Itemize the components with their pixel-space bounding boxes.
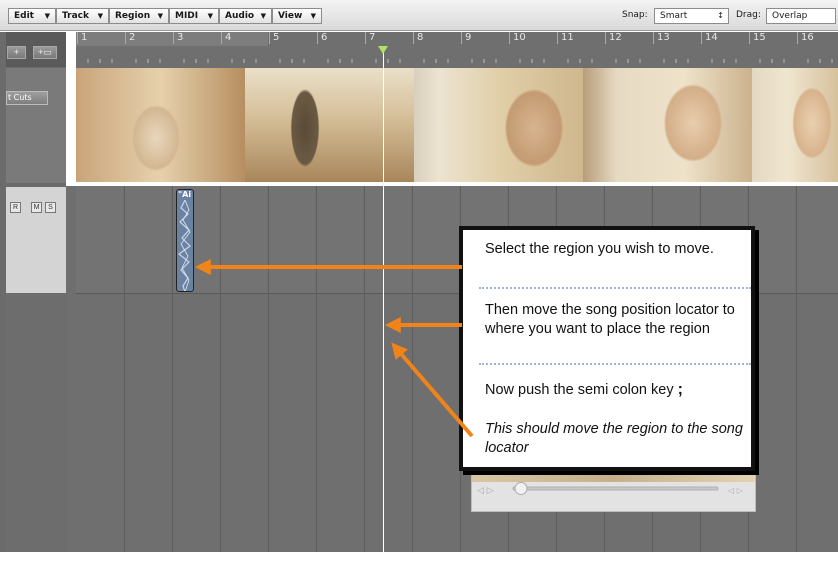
video-frame [245, 68, 414, 182]
semicolon-key: ; [677, 381, 683, 398]
empty-track-area [6, 294, 66, 552]
bar-number: 5 [269, 32, 279, 44]
bar-number: 10 [509, 32, 526, 44]
step-result: This should move the region to the song … [485, 421, 743, 456]
bar-number: 6 [317, 32, 327, 44]
region-menu-label: Region [115, 11, 151, 21]
solo-button[interactable]: S [45, 202, 56, 213]
bar-number: 4 [221, 32, 231, 44]
song-position-line[interactable] [383, 46, 384, 552]
audio-menu[interactable]: Audio ▼ [219, 8, 272, 24]
triangle-down-icon[interactable] [378, 46, 388, 54]
grid-line [268, 186, 269, 552]
waveform [178, 200, 191, 291]
video-frame [583, 68, 752, 182]
chevron-down-icon: ▼ [260, 12, 266, 20]
bar-number: 16 [797, 32, 814, 44]
bar-number: 2 [125, 32, 135, 44]
audio-menu-label: Audio [225, 11, 255, 21]
chevron-down-icon: ▼ [97, 12, 103, 20]
stepper-icon: ↕ [717, 11, 724, 20]
bar-number: 3 [173, 32, 183, 44]
bar-number: 13 [653, 32, 670, 44]
viewer-image [472, 470, 755, 482]
video-thumbnail-track [76, 68, 838, 182]
bar-number: 11 [557, 32, 574, 44]
drag-label: Drag: [736, 10, 761, 20]
edit-menu-label: Edit [14, 11, 34, 21]
step-move-locator: Then move the song position locator to w… [485, 302, 735, 337]
ruler-ticks [87, 59, 833, 63]
record-button[interactable]: R [10, 202, 21, 213]
cycle-region[interactable] [76, 32, 268, 46]
svg-text:◁ ▷: ◁ ▷ [477, 486, 494, 496]
step-select-region: Select the region you wish to move. [485, 241, 714, 257]
grid-line [796, 186, 797, 552]
midi-menu-label: MIDI [175, 11, 199, 21]
drag-select[interactable]: Overlap [766, 8, 836, 24]
grid-line [220, 186, 221, 552]
add-folder-button[interactable]: +▭ [33, 46, 57, 59]
step-push-key: Now push the semi colon key ; [485, 380, 745, 400]
view-menu-label: View [278, 11, 303, 21]
grid-line [172, 186, 173, 552]
chevron-down-icon: ▼ [207, 12, 213, 20]
region-label: "Ai [178, 190, 192, 199]
drag-value: Overlap [772, 11, 808, 21]
bar-number: 15 [749, 32, 766, 44]
bar-number: 1 [77, 32, 87, 44]
midi-menu[interactable]: MIDI ▼ [169, 8, 219, 24]
edit-menu[interactable]: Edit ▼ [8, 8, 56, 24]
view-menu[interactable]: View ▼ [272, 8, 322, 24]
grid-line [124, 186, 125, 552]
track-menu[interactable]: Track ▼ [56, 8, 109, 24]
snap-value: Smart [660, 11, 688, 21]
toolbar: Edit ▼ Track ▼ Region ▼ MIDI ▼ Audio ▼ View ▼ … [0, 0, 838, 31]
divider [479, 287, 751, 289]
track-menu-label: Track [62, 11, 89, 21]
bar-number: 14 [701, 32, 718, 44]
video-frame [76, 68, 245, 182]
grid-line [364, 186, 365, 552]
divider [479, 363, 751, 365]
step-push-key-text: Now push the semi colon key [485, 382, 674, 398]
add-track-button[interactable]: + [7, 46, 26, 59]
instruction-callout: Select the region you wish to move. Then… [459, 226, 755, 471]
video-frame [414, 68, 583, 182]
audio-region[interactable]: "Ai [176, 189, 194, 292]
mute-button[interactable]: M [31, 202, 42, 213]
grid-line [412, 186, 413, 552]
grid-line [316, 186, 317, 552]
viewer-transport: ◁ ▷ ◁ ▷ [477, 482, 744, 496]
chevron-down-icon: ▼ [44, 12, 50, 20]
detect-cuts-button[interactable]: t Cuts [6, 91, 48, 105]
bar-number: 9 [461, 32, 471, 44]
snap-label: Snap: [622, 10, 648, 20]
video-track-header [6, 68, 66, 183]
chevron-down-icon: ▼ [310, 12, 316, 20]
svg-text:◁ ▷: ◁ ▷ [727, 486, 744, 495]
bar-number: 12 [605, 32, 622, 44]
video-frame [752, 68, 838, 182]
bar-number: 8 [413, 32, 423, 44]
chevron-down-icon: ▼ [157, 12, 163, 20]
snap-select[interactable]: Smart ↕ [654, 8, 729, 24]
bar-number: 7 [365, 32, 375, 44]
region-menu[interactable]: Region ▼ [109, 8, 169, 24]
